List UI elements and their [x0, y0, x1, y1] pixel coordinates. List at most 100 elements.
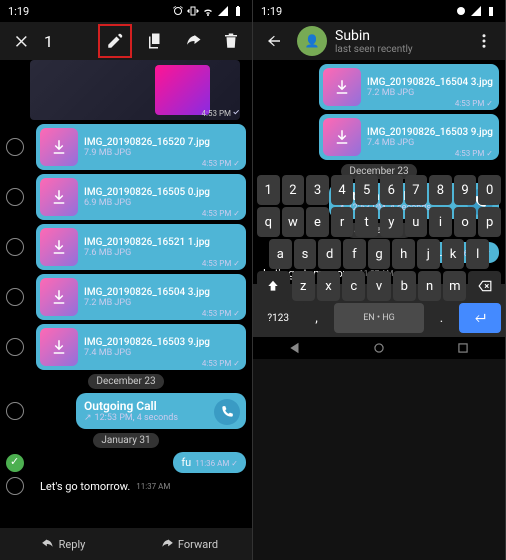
avatar[interactable]: 👤 — [297, 26, 327, 56]
select-radio[interactable] — [6, 402, 24, 420]
back-button[interactable] — [259, 26, 289, 56]
attachment-bubble[interactable]: IMG_20190826_16520 7.jpg7.9 MB JPG4:53 P… — [36, 124, 246, 170]
key[interactable]: 8 — [429, 175, 452, 205]
battery-icon — [232, 5, 244, 17]
key[interactable]: , — [301, 303, 331, 333]
android-nav — [253, 337, 505, 359]
status-icons — [172, 5, 244, 17]
edit-highlight — [98, 24, 132, 58]
key[interactable]: i — [429, 207, 452, 237]
nav-home[interactable] — [372, 341, 386, 355]
statusbar: 1:19 — [0, 0, 252, 22]
key[interactable]: m — [443, 271, 466, 301]
key[interactable]: g — [368, 239, 391, 269]
download-icon[interactable] — [323, 118, 361, 156]
key[interactable]: l — [466, 239, 489, 269]
forward-button[interactable] — [178, 26, 208, 56]
download-icon[interactable] — [40, 278, 78, 316]
chat-header: 👤 Subin last seen recently — [253, 22, 505, 60]
chat-area[interactable]: 4:53 PM IMG_20190826_16520 7.jpg7.9 MB J… — [0, 60, 252, 528]
backspace-key[interactable] — [468, 271, 501, 301]
key[interactable]: h — [392, 239, 415, 269]
download-icon[interactable] — [40, 328, 78, 366]
key[interactable]: p — [478, 207, 501, 237]
key[interactable]: r — [331, 207, 354, 237]
key[interactable]: c — [342, 271, 365, 301]
key[interactable]: u — [405, 207, 428, 237]
key[interactable]: y — [380, 207, 403, 237]
close-button[interactable] — [6, 26, 36, 56]
call-bubble[interactable]: Outgoing Call↗ 12:53 PM, 4 seconds — [76, 393, 246, 429]
date-badge: December 23 — [88, 374, 163, 389]
key[interactable]: 4 — [331, 175, 354, 205]
edit-button[interactable] — [100, 26, 130, 56]
attachment-bubble[interactable]: IMG_20190826_16504 3.jpg7.2 MB JPG4:53 P… — [319, 64, 499, 110]
attachment-bubble[interactable]: IMG_20190826_16503 9.jpg7.4 MB JPG4:53 P… — [36, 324, 246, 370]
key[interactable]: a — [269, 239, 292, 269]
reply-button[interactable]: Reply — [0, 528, 126, 560]
select-radio[interactable] — [6, 238, 24, 256]
key[interactable]: 7 — [405, 175, 428, 205]
key[interactable]: k — [442, 239, 465, 269]
key[interactable]: 1 — [257, 175, 280, 205]
photo-time: 4:53 PM — [202, 108, 240, 118]
phone-icon[interactable] — [214, 399, 240, 425]
key[interactable]: x — [317, 271, 340, 301]
message-bubble[interactable]: fu11:36 AM ✓ — [173, 452, 246, 473]
nav-back[interactable] — [288, 341, 302, 355]
select-radio[interactable] — [6, 188, 24, 206]
symbols-key[interactable]: ?123 — [257, 303, 299, 333]
clock: 1:19 — [8, 5, 29, 18]
date-badge: January 31 — [93, 433, 158, 448]
key[interactable]: v — [367, 271, 390, 301]
key[interactable]: 0 — [478, 175, 501, 205]
download-icon[interactable] — [40, 178, 78, 216]
selected-count: 1 — [44, 32, 90, 51]
key[interactable]: d — [318, 239, 341, 269]
key[interactable]: 5 — [355, 175, 378, 205]
key[interactable]: w — [282, 207, 305, 237]
delete-button[interactable] — [216, 26, 246, 56]
clock: 1:19 — [261, 5, 282, 18]
nav-recent[interactable] — [456, 341, 470, 355]
key[interactable]: t — [355, 207, 378, 237]
signal-icon — [217, 5, 229, 17]
more-button[interactable] — [469, 26, 499, 56]
key[interactable]: f — [343, 239, 366, 269]
key[interactable]: o — [454, 207, 477, 237]
key[interactable]: e — [306, 207, 329, 237]
key[interactable]: 2 — [282, 175, 305, 205]
wifi-icon — [202, 5, 214, 17]
attachment-bubble[interactable]: IMG_20190826_16521 1.jpg7.6 MB JPG4:53 P… — [36, 224, 246, 270]
select-radio[interactable] — [6, 288, 24, 306]
key[interactable]: z — [292, 271, 315, 301]
vibrate-icon — [187, 5, 199, 17]
select-radio[interactable] — [6, 477, 24, 495]
user-info[interactable]: Subin last seen recently — [335, 28, 461, 55]
enter-key[interactable] — [459, 303, 501, 333]
attachment-bubble[interactable]: IMG_20190826_16505 0.jpg6.9 MB JPG4:53 P… — [36, 174, 246, 220]
key[interactable]: 6 — [380, 175, 403, 205]
download-icon[interactable] — [40, 128, 78, 166]
select-radio[interactable] — [6, 338, 24, 356]
forward-footer-button[interactable]: Forward — [126, 528, 252, 560]
select-radio-checked[interactable] — [6, 454, 24, 472]
key[interactable]: q — [257, 207, 280, 237]
download-icon[interactable] — [323, 68, 361, 106]
key[interactable]: b — [393, 271, 416, 301]
select-radio[interactable] — [6, 138, 24, 156]
key[interactable]: . — [426, 303, 456, 333]
key[interactable]: j — [417, 239, 440, 269]
space-key[interactable]: EN • HG — [334, 303, 425, 333]
attachment-bubble[interactable]: IMG_20190826_16503 9.jpg7.4 MB JPG4:53 P… — [319, 114, 499, 160]
attachment-bubble[interactable]: IMG_20190826_16504 3.jpg7.2 MB JPG4:53 P… — [36, 274, 246, 320]
key[interactable]: 3 — [306, 175, 329, 205]
key[interactable]: n — [418, 271, 441, 301]
selection-header: 1 — [0, 22, 252, 60]
message-bubble[interactable]: Let's go tomorrow. — [40, 480, 130, 493]
key[interactable]: s — [294, 239, 317, 269]
copy-button[interactable] — [140, 26, 170, 56]
key[interactable]: 9 — [454, 175, 477, 205]
shift-key[interactable] — [257, 271, 290, 301]
download-icon[interactable] — [40, 228, 78, 266]
